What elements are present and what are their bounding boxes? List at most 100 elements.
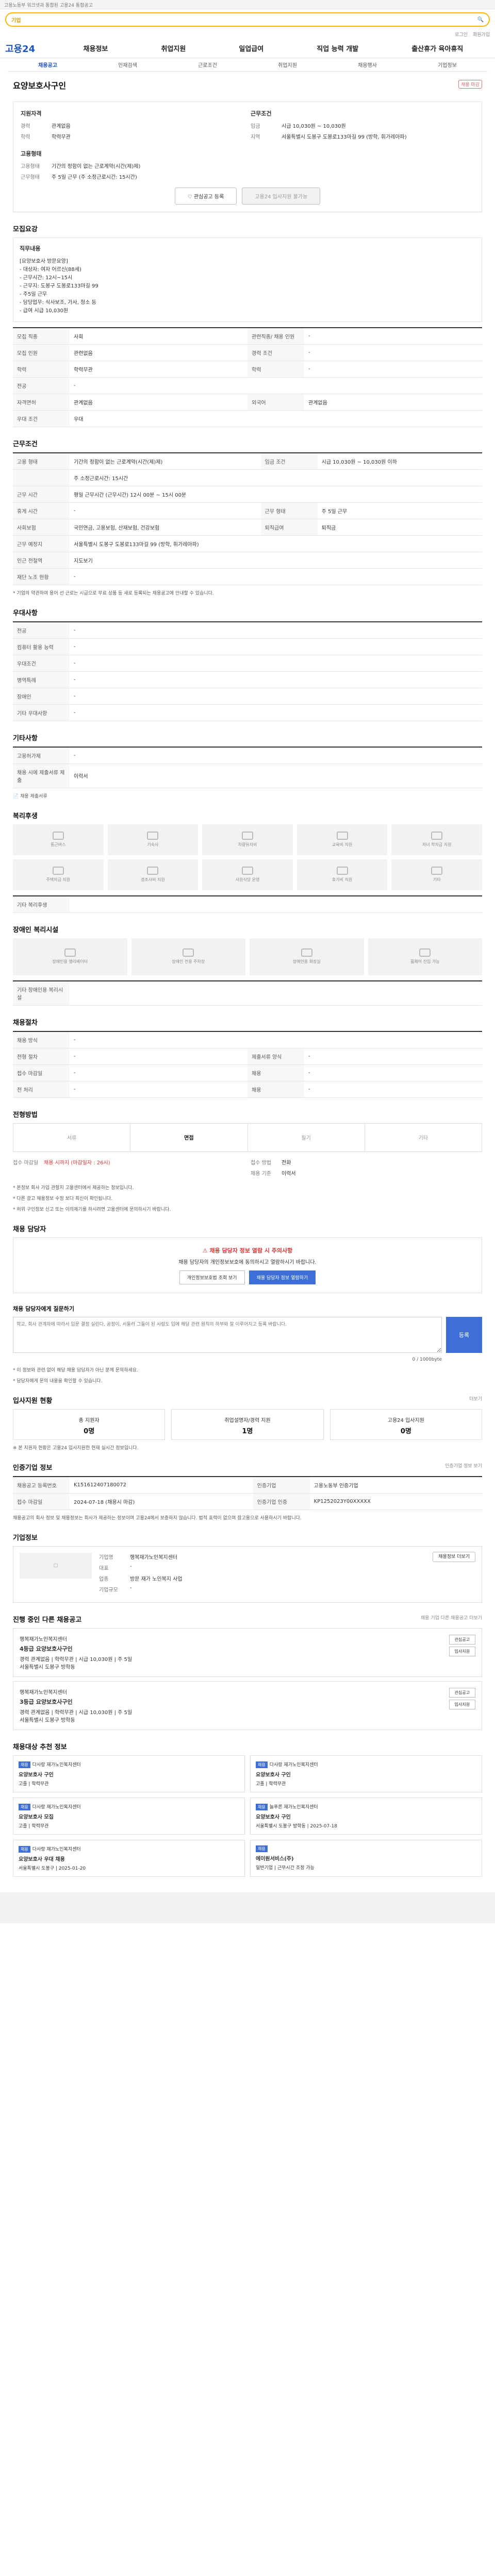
signup-link[interactable]: 회원가입 [473,31,490,38]
job-card[interactable]: 행복재가노인복지센터 3등급 요양보호사구인 경력 관계없음 | 학력무관 | … [13,1681,482,1730]
subnav-events[interactable]: 채용행사 [327,61,407,69]
search-type-label[interactable]: 기업 [11,16,21,24]
table-row: 전 처리 - 채용 - [13,1081,482,1098]
question-input[interactable] [13,1316,442,1353]
documents-link[interactable]: 📄 채용 제출서류 [13,792,482,799]
summary-key: 임금 [251,124,260,129]
recommend-section: 채용대상 추천 정보 채용 다사랑 재가노인복지센터 요양보호사 구인 고졸 | 학력… [13,1741,482,1877]
table-row: 재단 노조 현황 - [13,568,482,585]
more-link[interactable]: 더보기 [469,1395,482,1402]
desc-line: - 대상자: 여자 어르신(88세) [20,266,81,273]
company-row: 기업규모 - [99,1585,425,1593]
page-title: 요양보호사구인 [13,81,67,91]
section-title: 기업정보 [13,1534,38,1542]
card-tag: 채용 [256,1761,268,1768]
question-section: 채용 담당자에게 질문하기 등록 0 / 1000byte * 이 정보와 관련… [13,1304,482,1384]
section-title: 채용 담당자 [13,1225,46,1233]
card-title[interactable]: 에이원서비스(주) [256,1854,476,1862]
card-title[interactable]: 요양보호사 우대 채용 [19,1855,239,1862]
card-title[interactable]: 요양보호사 구인 [256,1812,476,1820]
row-key: 근무 예정지 [13,535,70,552]
row-value: - [304,1064,482,1081]
card-title[interactable]: 요양보호사 구인 [256,1770,476,1778]
cert-note: 채용공고의 회사 정보 및 채용정보는 회사가 제공하는 정보이며 고용24에서… [13,1515,302,1521]
stat-label: 총 지원자 [78,1417,100,1423]
gnb-item-training[interactable]: 직업 능력 개발 [317,43,358,53]
question-note: * 담당자에게 문의 내용을 확인할 수 있습니다. [13,1378,103,1384]
table-row: 기타 장애인용 복리시설 [13,980,482,1006]
job-location: 서울특별시 도봉구 방학동 [20,1664,75,1670]
recommend-card[interactable]: 채용 다사랑 재가노인복지센터 요양보호사 구인 고졸 | 학력무관 [13,1755,245,1792]
site-logo[interactable]: 고용24 [5,42,57,55]
login-link[interactable]: 로그인 [455,31,468,38]
welfare-label: 사원식당 운영 [235,877,260,883]
job-company: 행복재가노인복지센터 [20,1636,67,1642]
apply-button[interactable]: 고용24 입사지원 불가능 [242,188,321,205]
apply-status-section: 입사지원 현황 더보기 총 지원자 0명 취업설명자/경력 지원 1명 고용24 입사… [13,1395,482,1451]
table-row: 전형 절차 - 제출서류 양식 - [13,1048,482,1065]
search-icon[interactable]: 🔍 [477,17,484,23]
privacy-view-button[interactable]: 개인정보보호법 조회 보기 [179,1270,245,1284]
job-apply-button[interactable]: 입사지원 [449,1699,475,1709]
row-value: 고용노동부 인증기업 [309,1476,482,1494]
recruiter-view-button[interactable]: 채용 담당자 정보 열람하기 [249,1270,316,1284]
subnav-conditions[interactable]: 근로조건 [168,61,248,69]
job-apply-button[interactable]: 입사지원 [449,1646,475,1656]
section-title: 장애인 복리시설 [13,926,59,934]
row-key: 기타 장애인용 복리시설 [13,980,70,1006]
subnav-talent[interactable]: 인재검색 [88,61,168,69]
subnav-support[interactable]: 취업지원 [248,61,327,69]
global-nav: 고용24 채용정보 취업지원 일업급여 직업 능력 개발 출산휴가 육아휴직 [0,39,495,58]
recommend-card[interactable]: 채용 다사랑 재가노인복지센터 요양보호사 우대 채용 서울특별시 도봉구 | 202… [13,1839,245,1877]
vacation-icon [336,867,348,875]
job-title[interactable]: 4등급 요양보호사구인 [20,1645,132,1653]
search-box[interactable]: 기업 🔍 [5,12,490,27]
row-key: 인증기업 인증 [253,1493,310,1510]
recommend-card[interactable]: 채용 다사랑 재가노인복지센터 요양보호사 구인 고졸 | 학력무관 [250,1755,482,1792]
etc-table: 고용허가제 - 채용 시에 제출서류 제출 이력서 [13,746,482,788]
job-card[interactable]: 행복재가노인복지센터 4등급 요양보호사구인 경력 관계없음 | 학력무관 | … [13,1628,482,1677]
section-title: 채용대상 추천 정보 [13,1743,67,1751]
subnav-company[interactable]: 기업정보 [407,61,487,69]
question-submit-button[interactable]: 등록 [446,1316,482,1353]
card-title[interactable]: 요양보호사 구인 [19,1770,239,1778]
gnb-item-support[interactable]: 취업지원 [161,43,186,53]
bookmark-button[interactable]: ♡ 관심공고 등록 [174,188,237,205]
more-link[interactable]: 인증기업 정보 보기 [445,1462,482,1469]
card-info: 고졸 | 학력무관 [256,1781,286,1787]
preference-table: 전공 - 컴퓨터 활용 능력 - 우대조건 - 병역특례 - 장애인 - 기타 우대사항 - [13,621,482,721]
row-key: 채용 [248,1081,304,1098]
welfare-item: 주택자금 지원 [13,859,104,890]
disability-label: 장애인용 엘리베이터 [52,959,88,964]
document-icon: 📄 [13,793,19,799]
step-interview: 면접 [130,1123,248,1151]
more-link[interactable]: 채용 기업 다른 채용공고 더보기 [421,1614,482,1621]
gnb-item-jobs[interactable]: 채용정보 [84,43,108,53]
welfare-item: 기숙사 [107,824,199,855]
gnb-item-benefit[interactable]: 일업급여 [239,43,263,53]
selection-note: * 본정보 회사 가입 관할지 고용센터에서 제공하는 정보입니다. [13,1185,134,1191]
job-bookmark-button[interactable]: 관심공고 [449,1634,475,1645]
recommend-card[interactable]: 채용 에이원서비스(주) 일반기업 | 근무시간 조정 가능 [250,1839,482,1877]
conditions-table: 고용 형태 기간의 정함이 없는 근로계약(시간(제)제) 임금 조건 시급 10,0… [13,452,482,585]
job-title[interactable]: 3등급 요양보호사구인 [20,1698,132,1706]
row-value: - [304,344,482,361]
company-logo: □ [20,1552,92,1579]
company-jobs-button[interactable]: 채용정보 더보기 [433,1551,475,1562]
table-row: 전공 - [13,621,482,639]
welfare-item: 휴가비 지원 [296,859,388,890]
subnav-postings[interactable]: 채용공고 [8,61,88,69]
job-company: 행복재가노인복지센터 [20,1689,67,1696]
gnb-item-leave[interactable]: 출산휴가 육아휴직 [411,43,463,53]
card-title[interactable]: 요양보호사 모집 [19,1812,239,1820]
card-info: 서울특별시 도봉구 방학동 | 2025-07-18 [256,1823,337,1829]
education-icon [336,832,348,840]
job-info: 경력 관계없음 | 학력무관 | 시급 10,030원 | 주 5일 [20,1709,133,1716]
top-notice-bar: 고용노동부 워크넷과 통합된 고용24 통합공고 [0,0,495,9]
search-row: 기업 🔍 [0,9,495,30]
map-link[interactable]: 지도보기 [70,552,482,569]
recommend-card[interactable]: 채용 늘푸른 재가노인복지센터 요양보호사 구인 서울특별시 도봉구 방학동 | 20… [250,1797,482,1835]
disability-section: 장애인 복리시설 장애인용 엘리베이터 장애인 전용 주차장 장애인용 화장실 … [13,924,482,1006]
recommend-card[interactable]: 채용 다사랑 재가노인복지센터 요양보호사 모집 고졸 | 학력무관 [13,1797,245,1835]
job-bookmark-button[interactable]: 관심공고 [449,1687,475,1698]
